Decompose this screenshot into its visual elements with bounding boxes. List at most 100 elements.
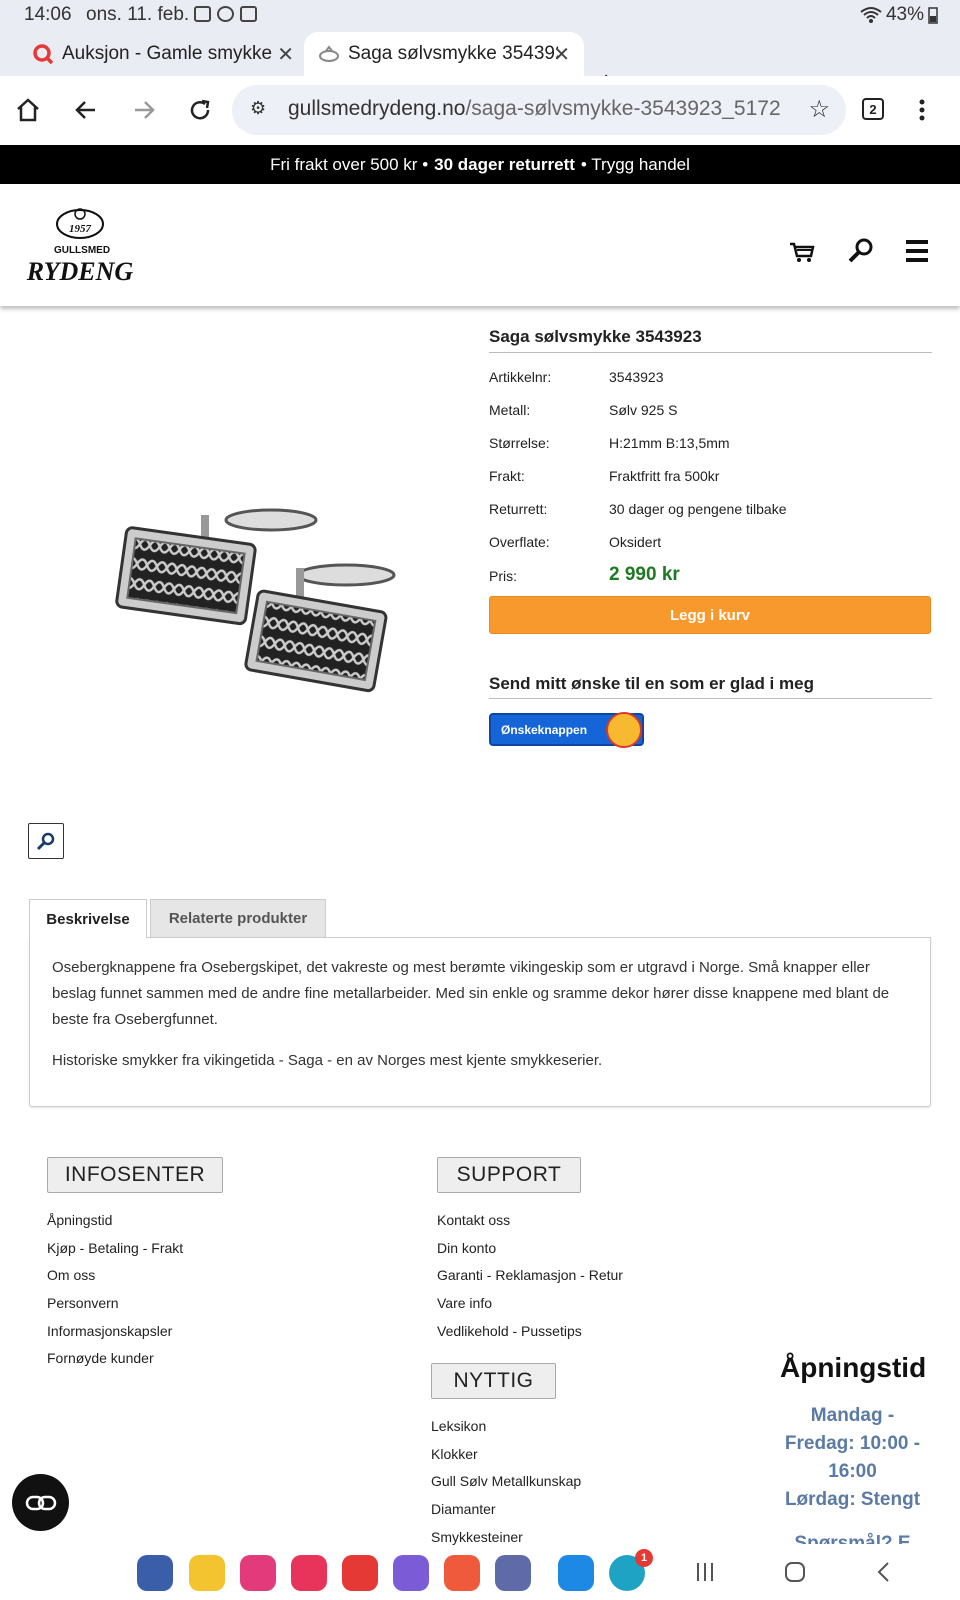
- notification-icons: [194, 6, 257, 22]
- browser-toolbar: ⚙ gullsmedrydeng.no/saga-sølvsmykke-3543…: [0, 76, 960, 144]
- spec-label-overflate: Overflate:: [489, 534, 550, 550]
- close-icon[interactable]: ✕: [553, 42, 570, 67]
- mail-app-icon[interactable]: [342, 1555, 378, 1591]
- footer-link[interactable]: Klokker: [431, 1446, 478, 1462]
- footer-link[interactable]: Leksikon: [431, 1418, 486, 1434]
- footer-link[interactable]: Garanti - Reklamasjon - Retur: [437, 1267, 623, 1283]
- footer-link[interactable]: Diamanter: [431, 1501, 496, 1517]
- svg-text:1957: 1957: [69, 223, 92, 235]
- menu-button[interactable]: [912, 90, 932, 130]
- spec-value-returrett: 30 dager og pengene tilbake: [609, 501, 787, 517]
- footer-link[interactable]: Kontakt oss: [437, 1212, 510, 1228]
- promo-bar: Fri frakt over 500 kr • 30 dager returre…: [0, 145, 960, 184]
- footer-link[interactable]: Vedlikehold - Pussetips: [437, 1323, 582, 1339]
- spec-value-overflate: Oksidert: [609, 534, 662, 550]
- files-app-icon[interactable]: [189, 1555, 225, 1591]
- more-vert-icon: [919, 99, 925, 121]
- reload-button[interactable]: [180, 90, 220, 130]
- app-drawer-icon[interactable]: [495, 1555, 531, 1591]
- footer-heading-support: SUPPORT: [437, 1157, 581, 1193]
- close-icon[interactable]: ✕: [277, 42, 294, 67]
- notes-app-icon[interactable]: [393, 1555, 429, 1591]
- back-button[interactable]: [66, 90, 106, 130]
- camera-app-icon[interactable]: [291, 1555, 327, 1591]
- settings-app-icon[interactable]: [137, 1555, 173, 1591]
- footer-link[interactable]: Kjøp - Betaling - Frakt: [47, 1240, 183, 1256]
- footer-link[interactable]: Åpningstid: [47, 1212, 112, 1228]
- footer-link[interactable]: Vare info: [437, 1295, 492, 1311]
- url-path: /saga-sølvsmykke-3543923_5172: [465, 97, 781, 120]
- tab-switcher-button[interactable]: 2: [862, 98, 884, 120]
- arrow-right-icon: [135, 101, 155, 119]
- back-nav-button[interactable]: [876, 1561, 890, 1588]
- footer-link[interactable]: Om oss: [47, 1267, 95, 1283]
- description-paragraph-2: Historiske smykker fra vikingetida - Sag…: [52, 1052, 603, 1069]
- opening-hours-line: Fredag: 10:00 -: [784, 1433, 921, 1454]
- divider: [489, 698, 932, 699]
- svg-text:RYDENG: RYDENG: [26, 257, 134, 284]
- site-logo[interactable]: 1957 GULLSMED RYDENG: [24, 204, 136, 286]
- opening-hours-line: 16:00: [828, 1461, 877, 1482]
- hamburger-menu-button[interactable]: [904, 236, 934, 266]
- home-nav-button[interactable]: [784, 1561, 806, 1588]
- add-to-cart-button[interactable]: Legg i kurv: [489, 596, 931, 634]
- home-button[interactable]: [8, 90, 48, 130]
- spec-label-storrelse: Størrelse:: [489, 435, 550, 451]
- tab-related-products[interactable]: Relaterte produkter: [150, 899, 326, 937]
- promo-return: 30 dager returrett: [434, 154, 575, 174]
- gallery-icon: [194, 6, 211, 22]
- footer-link[interactable]: Smykkesteiner: [431, 1529, 523, 1545]
- battery-percent: 43%: [885, 4, 924, 25]
- address-bar[interactable]: ⚙ gullsmedrydeng.no/saga-sølvsmykke-3543…: [232, 85, 846, 135]
- promo-safe: • Trygg handel: [580, 154, 690, 174]
- footer-heading-infosenter: INFOSENTER: [47, 1157, 223, 1193]
- flower-app-icon[interactable]: [240, 1555, 276, 1591]
- status-date: ons. 11. feb.: [86, 4, 190, 25]
- footer-link[interactable]: Din konto: [437, 1240, 496, 1256]
- bookmark-star-icon[interactable]: ☆: [808, 95, 830, 124]
- cart-button[interactable]: [787, 236, 817, 266]
- floating-link-button[interactable]: [12, 1474, 69, 1531]
- browser-tab-auksjon[interactable]: Auksjon - Gamle smykker ✕: [18, 32, 308, 76]
- footer-link[interactable]: Fornøyde kunder: [47, 1350, 154, 1366]
- wifi-icon: [860, 7, 882, 23]
- link-icon: [25, 1495, 56, 1510]
- zoom-image-button[interactable]: [28, 823, 64, 859]
- menu-icon: [906, 240, 928, 262]
- reload-icon: [190, 99, 210, 120]
- screen-icon: [240, 6, 257, 22]
- search-button[interactable]: [846, 236, 876, 266]
- home-icon: [17, 98, 39, 122]
- tab-title: Saga sølvsmykke 3543923: [348, 43, 558, 64]
- browser-tab-strip: Auksjon - Gamle smykker ✕ Saga sølvsmykk…: [0, 30, 960, 97]
- footer-link[interactable]: Gull Sølv Metallkunskap: [431, 1473, 581, 1489]
- promo-free-shipping: Fri frakt over 500 kr •: [270, 154, 429, 174]
- footer-link[interactable]: Personvern: [47, 1295, 119, 1311]
- url-domain: gullsmedrydeng.no: [288, 97, 466, 120]
- product-image[interactable]: [106, 500, 406, 700]
- a-app-icon[interactable]: [444, 1555, 480, 1591]
- sync-icon: [217, 6, 234, 22]
- product-price: 2 990 kr: [609, 564, 680, 585]
- cart-icon: [790, 242, 815, 262]
- chevron-left-icon: [877, 1562, 889, 1582]
- browser-tab-saga[interactable]: Saga sølvsmykke 3543923 ✕: [304, 32, 584, 76]
- spec-label-frakt: Frakt:: [489, 468, 525, 484]
- site-header: 1957 GULLSMED RYDENG: [0, 184, 960, 306]
- search-icon: [848, 238, 873, 263]
- footer-heading-nyttig: NYTTIG: [431, 1363, 556, 1399]
- tab-description[interactable]: Beskrivelse: [29, 899, 147, 938]
- battery-icon: [928, 7, 938, 24]
- spec-value-frakt: Fraktfritt fra 500kr: [609, 468, 720, 484]
- system-navigation-bar: 1: [0, 1545, 960, 1600]
- recents-button[interactable]: [695, 1561, 715, 1588]
- wish-button[interactable]: Ønskeknappen: [489, 712, 644, 748]
- recents-icon: [697, 1563, 713, 1581]
- footer-link[interactable]: Informasjonskapsler: [47, 1323, 172, 1339]
- site-settings-icon[interactable]: ⚙: [250, 98, 266, 119]
- forward-button[interactable]: [124, 90, 164, 130]
- reader-app-icon[interactable]: [558, 1555, 594, 1591]
- divider: [489, 352, 932, 353]
- url-text: gullsmedrydeng.no/saga-sølvsmykke-354392…: [288, 97, 798, 121]
- description-panel: Osebergknappene fra Osebergskipet, det v…: [29, 937, 931, 1107]
